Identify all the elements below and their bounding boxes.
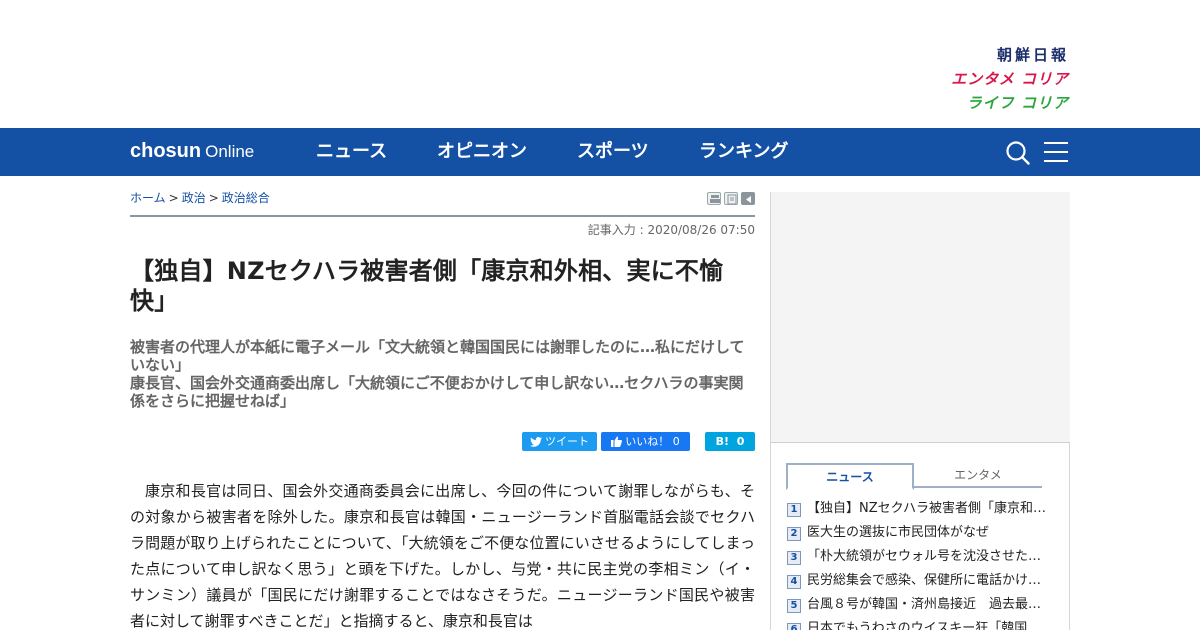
breadcrumb: ホーム > 政治 > 政治総合 bbox=[130, 191, 270, 205]
rank-number: 2 bbox=[787, 527, 801, 541]
hatena-bookmark-button[interactable]: B! 0 bbox=[705, 432, 755, 451]
nav-item-ranking[interactable]: ランキング bbox=[699, 141, 788, 163]
like-button[interactable]: いいね！ 0 bbox=[601, 432, 690, 451]
page: 朝鮮日報 エンタメ コリア ライフ コリア chosun Online ニュース … bbox=[0, 0, 1200, 630]
main-nav: chosun Online ニュース オピニオン スポーツ ランキング bbox=[0, 128, 1200, 176]
twitter-bird-icon bbox=[530, 437, 542, 447]
breadcrumb-home[interactable]: ホーム bbox=[130, 191, 166, 205]
tab-news[interactable]: ニュース bbox=[786, 463, 914, 490]
ranking-item[interactable]: 1 【独自】NZセクハラ被害者側「康京和… bbox=[787, 497, 1057, 521]
rank-number: 6 bbox=[787, 623, 801, 630]
thumbs-up-icon bbox=[611, 436, 623, 447]
logo-light-text: Online bbox=[205, 142, 255, 161]
subhead-2: 康長官、国会外交通商委出席し「大統領にご不便おかけして申し訳ない…セクハラの事実… bbox=[130, 374, 744, 410]
ranking-list: 1 【独自】NZセクハラ被害者側「康京和… 2 医大生の選抜に市民団体がなぜ 3 「朴… bbox=[787, 497, 1057, 630]
rank-title: 医大生の選抜に市民団体がなぜ bbox=[807, 525, 990, 540]
nav-item-news[interactable]: ニュース bbox=[316, 141, 387, 163]
rank-title: 【独自】NZセクハラ被害者側「康京和… bbox=[807, 501, 1046, 516]
nav-item-sports[interactable]: スポーツ bbox=[577, 141, 649, 163]
ranking-item[interactable]: 6 日本でもうわさのウイスキー狂「韓国… bbox=[787, 617, 1057, 630]
article: ホーム > 政治 > 政治総合 記事入力 : 2020/08/26 07:50 【独自】… bbox=[130, 176, 755, 630]
article-timestamp: 記事入力 : 2020/08/26 07:50 bbox=[587, 223, 755, 237]
document-icon[interactable] bbox=[724, 192, 738, 205]
rank-number: 1 bbox=[787, 503, 801, 517]
header-rule bbox=[130, 215, 755, 217]
rank-title: 「朴大統領がセウォル号を沈没させた… bbox=[807, 549, 1042, 564]
like-count: 0 bbox=[672, 435, 680, 448]
ranking-item[interactable]: 5 台風８号が韓国・済州島接近 過去最… bbox=[787, 593, 1057, 617]
ranking-item[interactable]: 3 「朴大統領がセウォル号を沈没させた… bbox=[787, 545, 1057, 569]
ranking-item[interactable]: 4 民労総集会で感染、保健所に電話かけ… bbox=[787, 569, 1057, 593]
ranking-tabs: ニュース エンタメ bbox=[786, 463, 1042, 490]
life-korea-logo[interactable]: ライフ コリア bbox=[951, 92, 1069, 116]
rank-number: 4 bbox=[787, 575, 801, 589]
hatena-label: B! bbox=[715, 435, 730, 448]
sidebar: ニュース エンタメ 1 【独自】NZセクハラ被害者側「康京和… 2 医大生の選抜に市… bbox=[770, 192, 1070, 630]
breadcrumb-politics[interactable]: 政治 bbox=[182, 191, 206, 205]
chosun-ilbo-logo[interactable]: 朝鮮日報 bbox=[951, 44, 1069, 68]
article-subheads: 被害者の代理人が本紙に電子メール「文大統領と韓国国民には謝罪したのに…私にだけし… bbox=[130, 338, 755, 410]
brand-logos: 朝鮮日報 エンタメ コリア ライフ コリア bbox=[951, 44, 1069, 116]
rank-title: 日本でもうわさのウイスキー狂「韓国… bbox=[807, 621, 1041, 630]
logo-bold-text: chosun bbox=[130, 140, 202, 162]
rank-title: 民労総集会で感染、保健所に電話かけ… bbox=[807, 573, 1042, 588]
tweet-label: ツイート bbox=[545, 435, 589, 448]
entame-korea-logo[interactable]: エンタメ コリア bbox=[951, 68, 1069, 92]
breadcrumb-politics-general[interactable]: 政治総合 bbox=[222, 191, 270, 205]
tab-entame[interactable]: エンタメ bbox=[914, 463, 1042, 488]
rank-title: 台風８号が韓国・済州島接近 過去最… bbox=[807, 597, 1042, 612]
search-icon[interactable] bbox=[1005, 140, 1031, 166]
brand-header: 朝鮮日報 エンタメ コリア ライフ コリア bbox=[0, 0, 1200, 128]
chosun-online-logo[interactable]: chosun Online bbox=[130, 138, 254, 165]
nav-item-opinion[interactable]: オピニオン bbox=[437, 141, 527, 163]
hatena-count: 0 bbox=[736, 435, 745, 448]
article-tools bbox=[704, 192, 755, 206]
menu-icon[interactable] bbox=[1044, 141, 1068, 163]
rank-number: 5 bbox=[787, 599, 801, 613]
like-label: いいね！ bbox=[625, 435, 670, 448]
ad-slot bbox=[771, 192, 1070, 443]
article-headline: 【独自】NZセクハラ被害者側「康京和外相、実に不愉快」 bbox=[130, 257, 724, 315]
article-body: 康京和長官は同日、国会外交通商委員会に出席し、今回の件について謝罪しながらも、そ… bbox=[130, 482, 755, 630]
rank-number: 3 bbox=[787, 551, 801, 565]
tweet-button[interactable]: ツイート bbox=[522, 432, 597, 451]
subhead-1: 被害者の代理人が本紙に電子メール「文大統領と韓国国民には謝罪したのに…私にだけし… bbox=[130, 338, 745, 374]
ranking-item[interactable]: 2 医大生の選抜に市民団体がなぜ bbox=[787, 521, 1057, 545]
print-icon[interactable] bbox=[707, 192, 721, 205]
back-arrow-icon[interactable] bbox=[741, 192, 755, 205]
